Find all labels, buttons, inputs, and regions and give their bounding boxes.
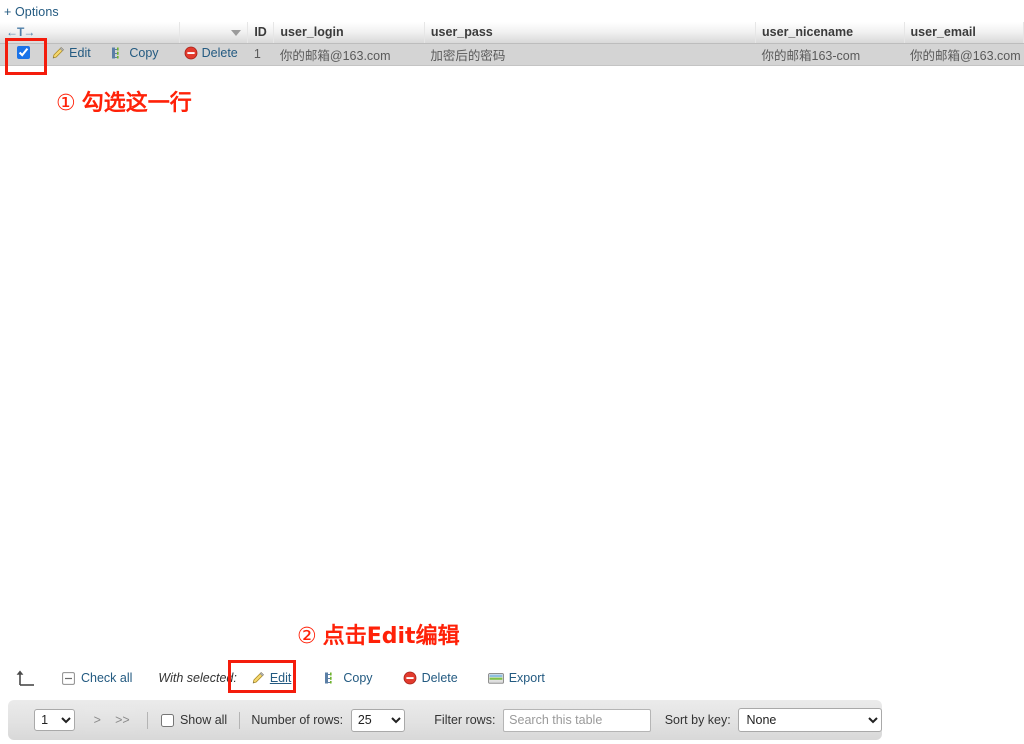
annotation-step-2-text: 点击Edit编辑	[322, 624, 460, 649]
check-all-label[interactable]: Check all	[81, 671, 132, 685]
bulk-edit-label: Edit	[269, 671, 292, 685]
column-header-sort-caret[interactable]	[179, 22, 249, 44]
delete-circle-icon	[403, 671, 417, 685]
bulk-delete-label: Delete	[421, 671, 458, 685]
with-selected-label: With selected:	[158, 671, 237, 685]
row-delete-label: Delete	[201, 45, 238, 60]
phpmyadmin-browse-results: + Options ←T→ ID user_login user_pass us…	[0, 0, 1024, 744]
select-arrow-icon	[14, 668, 40, 688]
row-edit-link[interactable]: Edit	[51, 46, 91, 60]
column-header-user-pass[interactable]: user_pass	[424, 22, 757, 44]
pencil-icon	[51, 46, 65, 60]
bottom-action-bar: Check all With selected: Edit Copy Delet…	[0, 664, 1024, 692]
filter-rows-input[interactable]	[503, 708, 652, 732]
column-header-row-controls: ←T→	[0, 22, 181, 44]
annotation-step-1-text: 勾选这一行	[81, 91, 192, 116]
cell-user-nicename: 你的邮箱163-com	[755, 43, 905, 66]
bulk-delete-button[interactable]: Delete	[403, 671, 458, 685]
show-all-checkbox[interactable]	[161, 713, 175, 727]
annotation-step-1-number: ①	[56, 91, 76, 116]
cell-user-login: 你的邮箱@163.com	[273, 43, 425, 66]
sort-by-key-select[interactable]: None	[738, 708, 882, 732]
column-header-user-email[interactable]: user_email	[904, 22, 1024, 44]
move-columns-icon[interactable]: ←T→	[6, 26, 35, 38]
filter-rows-label: Filter rows:	[434, 713, 496, 727]
check-all-box-icon[interactable]	[62, 671, 75, 685]
annotation-step-2: ② 点击Edit编辑	[297, 618, 460, 650]
cell-id: 1	[247, 43, 274, 66]
chevron-down-icon[interactable]	[231, 29, 242, 36]
row-copy-label: Copy	[129, 45, 159, 60]
show-all-label[interactable]: Show all	[180, 713, 227, 727]
bulk-export-label: Export	[508, 671, 545, 685]
divider	[146, 711, 148, 729]
column-header-user-login[interactable]: user_login	[273, 22, 425, 44]
row-edit-cell[interactable]: Edit	[47, 43, 108, 66]
bulk-edit-button[interactable]: Edit	[251, 671, 292, 685]
row-delete-cell[interactable]: Delete	[179, 43, 248, 66]
column-header-user-nicename[interactable]: user_nicename	[755, 22, 905, 44]
row-copy-cell[interactable]: Copy	[107, 43, 180, 66]
column-header-id[interactable]: ID	[247, 22, 275, 44]
row-select-cell[interactable]	[0, 43, 48, 66]
table-row[interactable]: Edit Copy Delete 1 你的邮箱@163.com 加密后的密码 你…	[0, 43, 1024, 66]
copy-icon	[111, 46, 125, 60]
next-page-button[interactable]: >	[84, 706, 110, 734]
row-edit-label: Edit	[69, 45, 91, 60]
last-page-button[interactable]: >>	[109, 706, 136, 734]
row-delete-link[interactable]: Delete	[184, 46, 238, 60]
row-copy-link[interactable]: Copy	[111, 45, 159, 60]
results-table: ←T→ ID user_login user_pass user_nicenam…	[0, 22, 1024, 66]
export-icon	[487, 672, 504, 685]
table-header-row: ←T→ ID user_login user_pass user_nicenam…	[0, 22, 1024, 44]
pagination-panel: 1 > >> Show all Number of rows: 25 Filte…	[8, 700, 882, 740]
row-select-checkbox[interactable]	[17, 46, 31, 59]
bulk-copy-button[interactable]: Copy	[324, 671, 373, 685]
cell-user-pass: 加密后的密码	[424, 43, 756, 66]
sort-by-key-label: Sort by key:	[664, 713, 731, 727]
number-of-rows-label: Number of rows:	[251, 713, 344, 727]
annotation-step-1: ① 勾选这一行	[56, 85, 192, 117]
divider	[238, 711, 240, 729]
copy-icon	[324, 671, 338, 685]
pencil-icon	[251, 671, 265, 685]
bulk-export-button[interactable]: Export	[487, 671, 545, 685]
number-of-rows-select[interactable]: 25	[350, 708, 406, 732]
page-number-select[interactable]: 1	[34, 709, 75, 731]
annotation-step-2-number: ②	[297, 624, 317, 649]
delete-circle-icon	[184, 46, 198, 60]
bulk-copy-label: Copy	[343, 671, 373, 685]
cell-user-email: 你的邮箱@163.com	[904, 43, 1024, 66]
options-toggle-link[interactable]: + Options	[4, 5, 59, 19]
